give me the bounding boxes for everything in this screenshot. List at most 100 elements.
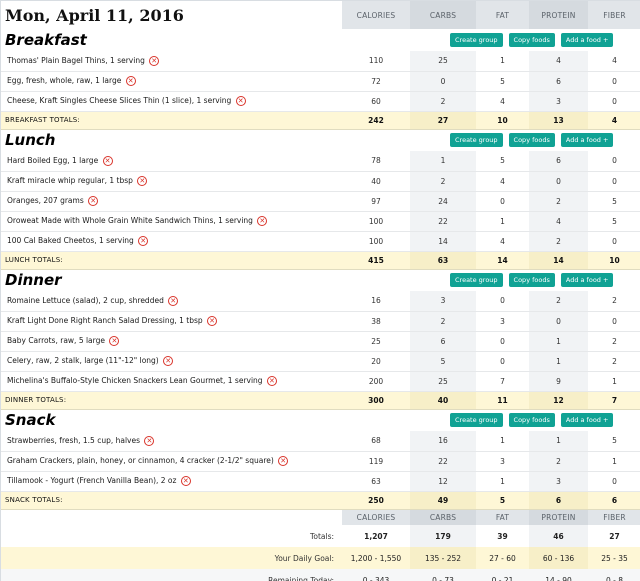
delete-icon[interactable]: ✕ [180,476,191,486]
food-carbs-value: 12 [410,471,476,492]
food-entry: Thomas' Plain Bagel Thins, 1 serving ✕ [1,51,342,72]
meal-totals-label: BREAKFAST TOTALS: [1,111,342,130]
food-fat-value: 1 [476,471,529,492]
meal-total-fiber: 7 [588,391,640,410]
food-protein-value: 2 [529,231,588,252]
meal-total-carbs: 27 [410,111,476,130]
delete-icon[interactable]: ✕ [144,435,155,446]
food-calories-value: 100 [342,211,410,232]
delete-icon[interactable]: ✕ [125,76,136,86]
meal-total-fiber: 4 [588,111,640,130]
delete-icon[interactable]: ✕ [137,176,148,186]
food-protein-value: 9 [529,371,588,392]
food-carbs-value: 25 [410,51,476,72]
food-carbs-value: 0 [410,71,476,92]
create-group-button[interactable]: Create group [450,413,503,428]
daily-total-protein: 46 [529,525,588,547]
food-name-link[interactable]: Graham Crackers, plain, honey, or cinnam… [7,456,274,465]
add-food-button[interactable]: Add a food + [560,273,614,288]
food-fat-value: 5 [476,71,529,92]
food-protein-value: 1 [529,431,588,452]
food-row: Oranges, 207 grams ✕ 97 24 0 2 5 [1,191,640,212]
food-fat-value: 7 [476,371,529,392]
delete-icon[interactable]: ✕ [88,196,99,206]
daily-goal-protein: 60 - 136 [529,547,588,569]
food-name-link[interactable]: Thomas' Plain Bagel Thins, 1 serving [7,56,145,65]
daily-goal-row: Your Daily Goal: 1,200 - 1,550 135 - 252… [1,547,640,569]
copy-foods-button[interactable]: Copy foods [508,413,555,428]
remaining-row: Remaining Today: 0 - 343 0 - 73 0 - 21 1… [1,569,640,581]
page-title: Mon, April 11, 2016 [5,5,184,25]
delete-icon[interactable]: ✕ [278,456,289,466]
food-fiber-value: 0 [588,151,640,172]
meal-totals-label: SNACK TOTALS: [1,491,342,510]
food-name-link[interactable]: Kraft Light Done Right Ranch Salad Dress… [7,316,203,325]
food-calories-value: 68 [342,431,410,452]
delete-icon[interactable]: ✕ [149,55,160,66]
food-fat-value: 3 [476,311,529,332]
create-group-button[interactable]: Create group [450,133,503,148]
food-name-link[interactable]: Strawberries, fresh, 1.5 cup, halves [7,436,140,445]
meal-total-carbs: 63 [410,251,476,270]
food-fiber-value: 0 [588,71,640,92]
food-row: Celery, raw, 2 stalk, large (11"-12" lon… [1,351,640,372]
remaining-fiber: 0 - 8 [588,569,640,581]
food-name-link[interactable]: Michelina's Buffalo-Style Chicken Snacke… [7,376,263,385]
food-calories-value: 60 [342,91,410,112]
meal-actions-lunch: Create group Copy foods Add a food + [410,129,640,151]
add-food-button[interactable]: Add a food + [560,33,614,47]
food-entry: Cheese, Kraft Singles Cheese Slices Thin… [1,91,342,112]
food-fiber-value: 0 [588,471,640,492]
food-name-link[interactable]: Tillamook - Yogurt (French Vanilla Bean)… [7,476,176,485]
delete-icon[interactable]: ✕ [109,336,120,346]
delete-icon[interactable]: ✕ [257,216,268,226]
food-carbs-value: 2 [410,311,476,332]
delete-icon[interactable]: ✕ [102,155,113,166]
meal-total-fiber: 10 [588,251,640,270]
food-name-link[interactable]: Oranges, 207 grams [7,196,84,205]
meal-title-snack: Snack [5,411,56,430]
food-name-link[interactable]: Romaine Lettuce (salad), 2 cup, shredded [7,296,164,305]
copy-foods-button[interactable]: Copy foods [508,133,555,148]
meal-actions-dinner: Create group Copy foods Add a food + [410,269,640,291]
food-entry: Kraft miracle whip regular, 1 tbsp ✕ [1,171,342,192]
food-calories-value: 200 [342,371,410,392]
copy-foods-button[interactable]: Copy foods [508,33,555,47]
delete-icon[interactable]: ✕ [138,236,149,246]
daily-goal-carbs: 135 - 252 [410,547,476,569]
meal-total-fat: 11 [476,391,529,410]
add-food-button[interactable]: Add a food + [560,133,614,148]
add-food-button[interactable]: Add a food + [560,413,614,428]
delete-icon[interactable]: ✕ [163,356,174,366]
food-name-link[interactable]: Hard Boiled Egg, 1 large [7,156,98,165]
food-calories-value: 38 [342,311,410,332]
food-fiber-value: 4 [588,51,640,72]
create-group-button[interactable]: Create group [450,273,503,288]
food-entry: Tillamook - Yogurt (French Vanilla Bean)… [1,471,342,492]
food-fat-value: 3 [476,451,529,472]
food-name-link[interactable]: Cheese, Kraft Singles Cheese Slices Thin… [7,96,231,105]
food-name-link[interactable]: Kraft miracle whip regular, 1 tbsp [7,176,133,185]
food-name-link[interactable]: Egg, fresh, whole, raw, 1 large [7,76,121,85]
food-entry: Egg, fresh, whole, raw, 1 large ✕ [1,71,342,92]
food-entry: Graham Crackers, plain, honey, or cinnam… [1,451,342,472]
delete-icon[interactable]: ✕ [266,376,277,386]
food-name-link[interactable]: 100 Cal Baked Cheetos, 1 serving [7,236,134,245]
food-calories-value: 25 [342,331,410,352]
delete-icon[interactable]: ✕ [168,295,179,306]
food-name-link[interactable]: Baby Carrots, raw, 5 large [7,336,105,345]
food-carbs-value: 14 [410,231,476,252]
meal-header-spacer [342,129,410,151]
remaining-carbs: 0 - 73 [410,569,476,581]
food-calories-value: 119 [342,451,410,472]
food-name-link[interactable]: Oroweat Made with Whole Grain White Sand… [7,216,253,225]
delete-icon[interactable]: ✕ [235,96,246,106]
food-name-link[interactable]: Celery, raw, 2 stalk, large (11"-12" lon… [7,356,159,365]
food-fiber-value: 0 [588,171,640,192]
food-entry: Michelina's Buffalo-Style Chicken Snacke… [1,371,342,392]
copy-foods-button[interactable]: Copy foods [508,273,555,288]
food-protein-value: 0 [529,171,588,192]
meal-totals-snack: SNACK TOTALS: 250 49 5 6 6 [1,491,640,510]
create-group-button[interactable]: Create group [450,33,503,47]
delete-icon[interactable]: ✕ [207,316,218,326]
